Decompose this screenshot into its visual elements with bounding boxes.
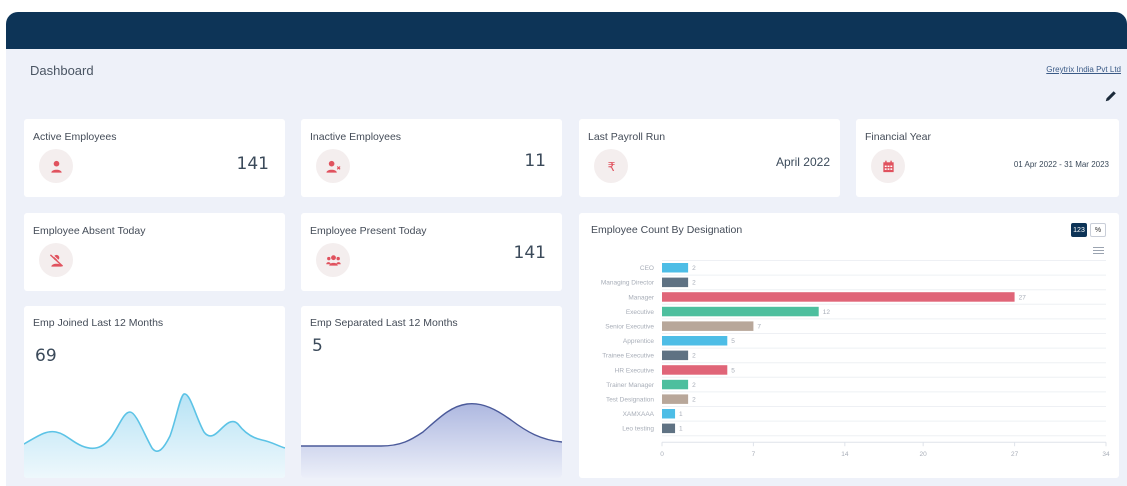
category-label: Apprentice xyxy=(623,338,654,345)
bar xyxy=(662,277,689,288)
emp-separated-sparkline xyxy=(301,403,562,478)
bar-value-label: 12 xyxy=(823,309,831,316)
bar xyxy=(662,336,728,346)
bar xyxy=(662,292,1015,302)
emp-separated-count: 5 xyxy=(312,336,323,356)
category-label: HR Executive xyxy=(615,367,655,374)
bar-value-label: 2 xyxy=(692,382,696,389)
bar-value-label: 27 xyxy=(1019,294,1027,301)
bar-value-label: 7 xyxy=(757,323,761,330)
employee-absent-today-card[interactable]: Employee Absent Today xyxy=(24,213,285,291)
card-label: Inactive Employees xyxy=(310,131,402,143)
bar xyxy=(662,263,689,273)
user-x-icon xyxy=(316,149,350,183)
user-icon xyxy=(39,149,73,183)
top-navbar xyxy=(6,12,1127,49)
bar-value-label: 2 xyxy=(692,396,696,403)
last-payroll-run-card[interactable]: Last Payroll Run ₹ April 2022 xyxy=(579,119,840,197)
category-label: CEO xyxy=(640,265,654,272)
active-employees-card[interactable]: Active Employees 141 xyxy=(24,119,285,197)
designation-bar-chart: CEO 2Managing Director 2Manager 27Executive… xyxy=(601,260,1110,458)
bar xyxy=(662,379,689,390)
dashboard-frame: Dashboard Greytrix India Pvt Ltd Active … xyxy=(6,12,1127,486)
financial-year-value: 01 Apr 2022 - 31 Mar 2023 xyxy=(1013,160,1109,169)
x-tick-label: 0 xyxy=(660,451,664,458)
calendar-icon xyxy=(871,149,905,183)
card-label: Emp Joined Last 12 Months xyxy=(33,317,164,329)
emp-joined-card[interactable]: Emp Joined Last 12 Months 69 xyxy=(24,306,285,478)
pencil-icon[interactable] xyxy=(1104,89,1118,103)
emp-separated-card[interactable]: Emp Separated Last 12 Months 5 xyxy=(301,306,562,478)
category-label: Manager xyxy=(628,294,654,301)
card-label: Employee Absent Today xyxy=(33,225,146,237)
category-label: Managing Director xyxy=(601,280,655,287)
x-tick-label: 34 xyxy=(1102,451,1110,458)
bar xyxy=(662,409,676,419)
bar-value-label: 5 xyxy=(731,338,735,345)
page-title: Dashboard xyxy=(30,63,94,78)
card-label: Active Employees xyxy=(33,131,117,143)
category-label: Senior Executive xyxy=(605,323,654,330)
card-label: Last Payroll Run xyxy=(588,131,666,143)
chart-title: Employee Count By Designation xyxy=(591,224,743,236)
card-label: Emp Separated Last 12 Months xyxy=(310,317,458,329)
rupee-icon: ₹ xyxy=(594,149,628,183)
bar xyxy=(662,350,689,361)
x-tick-label: 27 xyxy=(1011,451,1019,458)
designation-chart-card: Employee Count By Designation 123 % CEO 2… xyxy=(579,213,1119,478)
hamburger-menu-icon[interactable] xyxy=(1093,247,1104,255)
company-link[interactable]: Greytrix India Pvt Ltd xyxy=(1046,65,1121,74)
x-tick-label: 7 xyxy=(752,451,756,458)
last-payroll-run-value: April 2022 xyxy=(775,155,830,169)
users-icon xyxy=(316,243,350,277)
x-tick-label: 20 xyxy=(920,451,928,458)
inactive-employees-count: 11 xyxy=(524,151,546,171)
bar-value-label: 1 xyxy=(679,426,683,433)
bar-value-label: 1 xyxy=(679,411,683,418)
financial-year-card[interactable]: Financial Year 01 Apr 2022 - 31 Mar 2023 xyxy=(856,119,1119,197)
card-label: Employee Present Today xyxy=(310,225,427,237)
category-label: Trainer Manager xyxy=(606,382,655,389)
employee-present-today-card[interactable]: Employee Present Today 141 xyxy=(301,213,562,291)
bar-value-label: 2 xyxy=(692,353,696,360)
bar xyxy=(662,423,676,434)
bar-value-label: 2 xyxy=(692,265,696,272)
x-tick-label: 14 xyxy=(841,451,849,458)
percent-toggle-button[interactable]: % xyxy=(1090,223,1106,237)
sparkline-area xyxy=(301,403,562,478)
count-toggle-button[interactable]: 123 xyxy=(1071,223,1087,237)
employee-present-today-count: 141 xyxy=(513,243,546,263)
bar-value-label: 5 xyxy=(731,367,735,374)
emp-joined-sparkline xyxy=(24,393,285,478)
category-label: Trainee Executive xyxy=(602,353,654,360)
sparkline-area xyxy=(24,393,285,478)
bar xyxy=(662,365,728,375)
bar-value-label: 2 xyxy=(692,280,696,287)
card-label: Financial Year xyxy=(865,131,931,143)
inactive-employees-card[interactable]: Inactive Employees 11 xyxy=(301,119,562,197)
bar xyxy=(662,321,754,331)
user-slash-icon xyxy=(39,243,73,277)
emp-joined-count: 69 xyxy=(35,346,57,366)
category-label: Leo testing xyxy=(622,426,654,433)
active-employees-count: 141 xyxy=(236,154,269,174)
category-label: Executive xyxy=(626,309,655,316)
bar xyxy=(662,394,689,404)
svg-text:₹: ₹ xyxy=(607,160,615,174)
bar xyxy=(662,306,819,317)
category-label: Test Designation xyxy=(606,396,654,403)
category-label: XAMXAAA xyxy=(623,411,655,418)
